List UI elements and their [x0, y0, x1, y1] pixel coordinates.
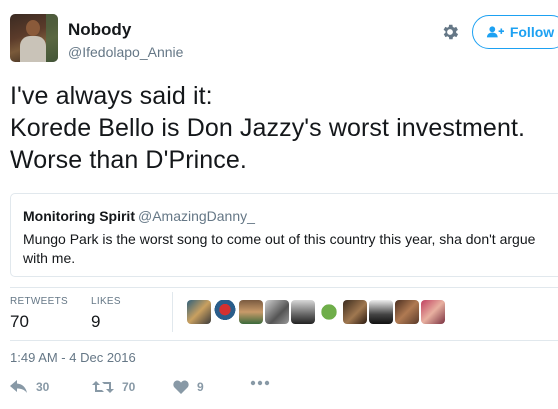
likers-avatars [187, 300, 445, 326]
quoted-tweet-handle: @AmazingDanny_ [137, 208, 255, 224]
retweet-count: 70 [122, 380, 136, 394]
like-button[interactable]: 9 [173, 380, 204, 394]
likes-value: 9 [91, 312, 101, 331]
likes-stat[interactable]: LIKES 9 [91, 296, 121, 332]
liker-avatar[interactable] [239, 300, 263, 324]
likes-label: LIKES [91, 296, 121, 307]
more-icon [250, 380, 270, 386]
retweets-stat[interactable]: RETWEETS 70 [10, 296, 68, 332]
heart-icon [173, 380, 189, 394]
liker-avatar[interactable] [395, 300, 419, 324]
liker-avatar[interactable] [213, 300, 237, 324]
tweet-actions: 30 70 9 [10, 380, 310, 400]
retweet-button[interactable]: 70 [92, 380, 135, 394]
user-handle[interactable]: @Ifedolapo_Annie [68, 44, 183, 60]
avatar[interactable] [10, 14, 58, 62]
quoted-tweet-author: Monitoring Spirit @AmazingDanny_ [23, 208, 255, 224]
tweet-line: I've always said it: [10, 82, 213, 110]
reply-button[interactable]: 30 [10, 380, 49, 394]
tweet-timestamp[interactable]: 1:49 AM - 4 Dec 2016 [10, 350, 136, 365]
divider [10, 287, 558, 288]
liker-avatar[interactable] [317, 300, 341, 324]
liker-avatar[interactable] [265, 300, 289, 324]
liker-avatar[interactable] [291, 300, 315, 324]
gear-icon[interactable] [440, 22, 460, 42]
divider [10, 340, 558, 341]
liker-avatar[interactable] [421, 300, 445, 324]
liker-avatar[interactable] [369, 300, 393, 324]
follow-button[interactable]: Follow [472, 15, 558, 49]
like-count: 9 [197, 380, 204, 394]
tweet-text: I've always said it: Korede Bello is Don… [10, 80, 558, 176]
reply-icon [10, 380, 27, 393]
more-button[interactable] [250, 380, 270, 386]
liker-avatar[interactable] [343, 300, 367, 324]
stats-separator [172, 292, 173, 332]
quoted-tweet-text: Mungo Park is the worst song to come out… [23, 231, 536, 266]
retweets-value: 70 [10, 312, 29, 331]
retweets-label: RETWEETS [10, 296, 68, 307]
liker-avatar[interactable] [187, 300, 211, 324]
quoted-tweet-name: Monitoring Spirit [23, 208, 135, 224]
tweet-line: Korede Bello is Don Jazzy's worst invest… [10, 114, 526, 142]
retweet-icon [92, 381, 114, 393]
quoted-tweet[interactable]: Monitoring Spirit @AmazingDanny_ Mungo Pa… [10, 193, 558, 277]
add-user-icon [486, 26, 504, 38]
tweet-header: Nobody @Ifedolapo_Annie Follow [10, 14, 558, 64]
reply-count: 30 [36, 380, 50, 394]
tweet-line: Worse than D'Prince. [10, 146, 247, 174]
follow-button-label: Follow [509, 24, 555, 40]
user-name[interactable]: Nobody [68, 20, 131, 40]
